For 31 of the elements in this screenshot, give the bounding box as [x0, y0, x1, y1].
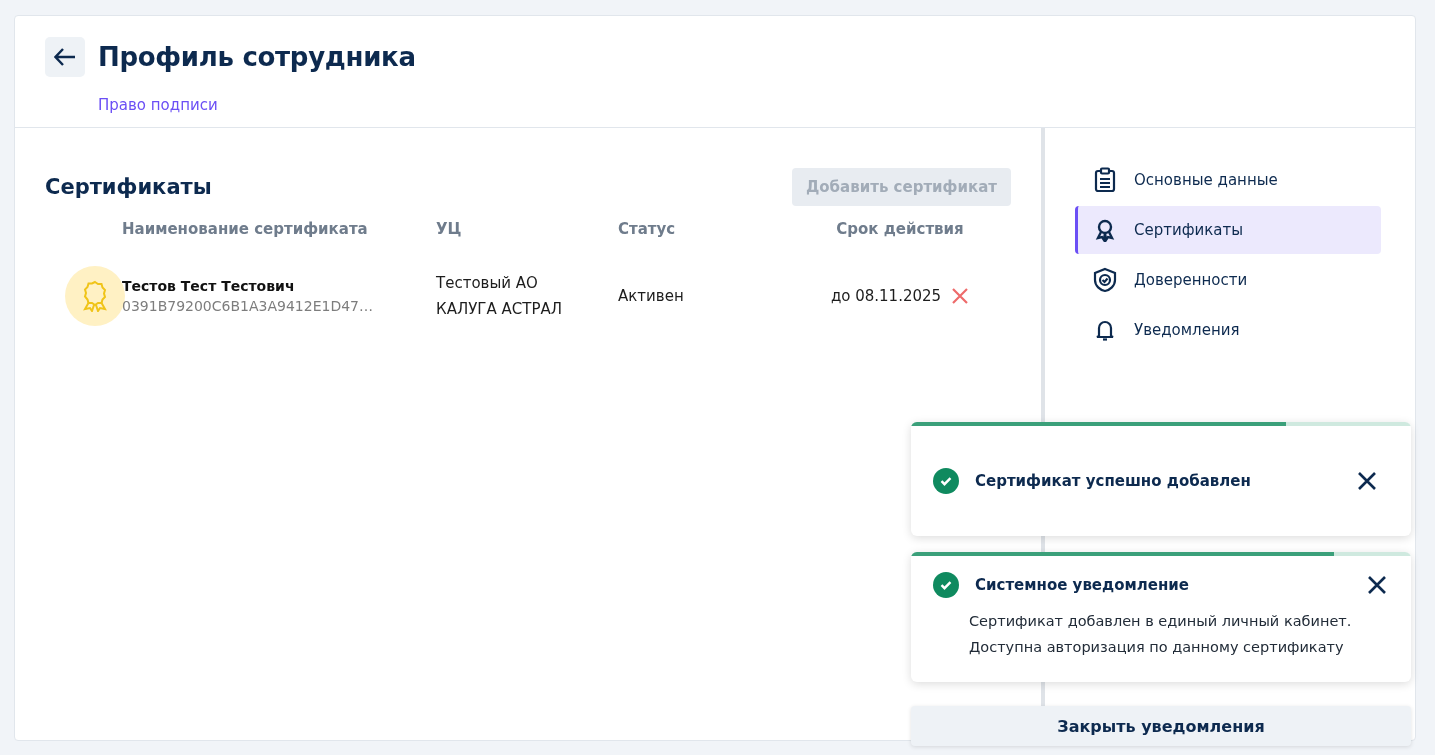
close-notifications-button[interactable]: Закрыть уведомления — [911, 706, 1411, 746]
check-circle-icon — [933, 572, 959, 598]
section-title: Сертификаты — [45, 175, 212, 199]
check-circle-icon — [933, 468, 959, 494]
award-icon — [81, 280, 109, 312]
delete-icon[interactable] — [951, 287, 970, 305]
column-header: Наименование сертификата — [122, 219, 369, 240]
column-header: УЦ — [436, 219, 463, 240]
notification-message: Сертификат добавлен в единый личный кабинет. Доступна авторизация по данному сертификату — [969, 612, 1352, 657]
award-icon — [1094, 218, 1116, 242]
notification-title: Сертификат успешно добавлен — [975, 472, 1252, 490]
sidebar-item[interactable]: Основные данные — [1075, 156, 1381, 204]
notification-title: Системное уведомление — [975, 576, 1190, 594]
page-title: Профиль сотрудника — [98, 41, 417, 74]
column-header: Срок действия — [835, 219, 965, 240]
expiry-date: до 08.11.2025 — [830, 286, 942, 307]
clipboard-icon — [1094, 167, 1116, 193]
sidebar-item[interactable]: Уведомления — [1075, 306, 1381, 354]
back-arrow-icon — [54, 48, 76, 66]
page-subtitle: Право подписи — [98, 96, 218, 116]
certificate-owner: Тестов Тест Тестович — [122, 278, 296, 294]
issuer-text: Тестовый АО — [436, 273, 539, 294]
issuer-text: КАЛУГА АСТРАЛ — [436, 299, 563, 320]
shield-check-icon — [1092, 267, 1118, 293]
sidebar-item[interactable]: Сертификаты — [1075, 206, 1381, 254]
certificate-serial: 0391B79200C6B1A3A9412E1D47… — [122, 298, 374, 314]
back-button[interactable] — [45, 37, 85, 77]
status-text: Активен — [618, 286, 685, 307]
bell-icon — [1094, 318, 1116, 342]
sidebar-item[interactable]: Доверенности — [1075, 256, 1381, 304]
column-header: Статус — [618, 219, 677, 240]
